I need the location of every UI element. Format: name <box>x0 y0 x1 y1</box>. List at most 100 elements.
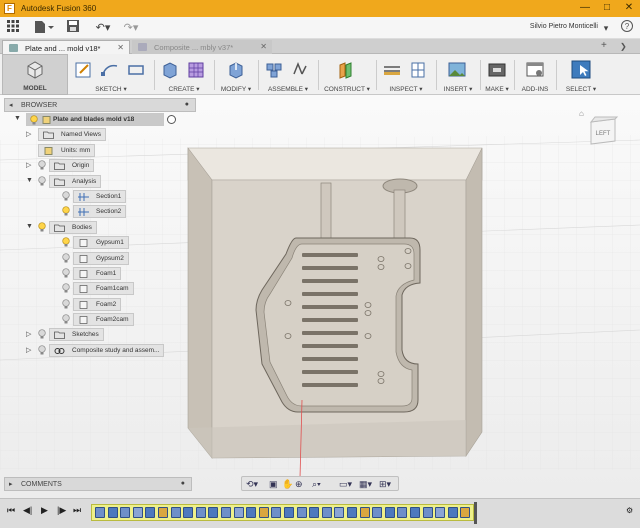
viewcube[interactable]: LEFT <box>587 113 621 147</box>
tree-item-bodies[interactable]: ▼ Bodies <box>4 220 196 235</box>
tree-item-section1[interactable]: Section1 <box>4 189 196 204</box>
tree-item-section2[interactable]: Section2 <box>4 204 196 219</box>
timeline-feature[interactable] <box>372 507 383 518</box>
insert-group[interactable]: INSERT ▾ <box>438 54 478 95</box>
tree-item-foam1[interactable]: Foam1 <box>4 266 196 281</box>
help-icon[interactable]: ? <box>620 20 634 36</box>
comments-panel-header[interactable]: ▸ COMMENTS ● <box>4 477 192 491</box>
activate-component-icon[interactable] <box>167 115 176 124</box>
lightbulb-icon[interactable] <box>38 222 46 232</box>
lightbulb-icon[interactable] <box>62 191 70 201</box>
tree-item-analysis[interactable]: ▼ Analysis <box>4 174 196 189</box>
add-ins-group[interactable]: ADD-INS <box>516 54 554 95</box>
step-forward-icon[interactable]: |▶ <box>57 505 66 516</box>
expand-arrow-icon[interactable]: ▷ <box>26 346 31 354</box>
play-icon[interactable]: ▶ <box>41 505 48 516</box>
look-at-icon[interactable]: ▣ <box>269 478 278 490</box>
timeline-feature[interactable] <box>447 507 458 518</box>
timeline-feature[interactable] <box>296 507 307 518</box>
app-grid-icon[interactable] <box>6 20 20 36</box>
collapse-arrow-icon[interactable]: ▼ <box>14 115 21 122</box>
viewports-icon[interactable]: ⊞▾ <box>379 478 391 490</box>
go-to-start-icon[interactable]: ⏮ <box>7 505 15 516</box>
collapse-arrow-icon[interactable]: ▼ <box>26 223 33 230</box>
lightbulb-icon[interactable] <box>62 206 70 216</box>
browser-options-icon[interactable]: ● <box>185 101 189 108</box>
tab-composite-assembly[interactable]: Composite ... mbly v37* ✕ <box>132 40 272 54</box>
construct-group[interactable]: CONSTRUCT ▾ <box>320 54 374 95</box>
user-account-menu[interactable]: Silvio Pietro Monticelli <box>530 23 598 30</box>
grid-settings-icon[interactable]: ▦▾ <box>359 478 372 490</box>
lightbulb-icon[interactable] <box>62 314 70 324</box>
timeline-feature[interactable] <box>410 507 420 518</box>
inspect-group[interactable]: INSPECT ▾ <box>378 54 434 95</box>
timeline-feature[interactable] <box>284 507 294 518</box>
user-menu-chevron-icon[interactable]: ▾ <box>600 20 612 36</box>
timeline-feature[interactable] <box>95 507 105 518</box>
timeline-feature[interactable] <box>258 507 269 518</box>
go-to-end-icon[interactable]: ⏭ <box>73 505 81 516</box>
lightbulb-icon[interactable] <box>62 237 70 247</box>
timeline-feature[interactable] <box>384 507 395 518</box>
tree-item-gypsum1[interactable]: Gypsum1 <box>4 235 196 250</box>
timeline-feature[interactable] <box>435 507 446 518</box>
minimize-button[interactable]: — <box>574 1 596 15</box>
timeline-settings-icon[interactable]: ⚙ <box>626 506 633 515</box>
orbit-icon[interactable]: ⟲▾ <box>246 478 258 490</box>
display-settings-icon[interactable]: ▭▾ <box>339 478 352 490</box>
home-view-icon[interactable]: ⌂ <box>579 109 584 118</box>
timeline-feature[interactable] <box>460 507 471 518</box>
timeline-feature[interactable] <box>183 507 194 518</box>
lightbulb-icon[interactable] <box>62 299 70 309</box>
maximize-button[interactable]: □ <box>596 1 618 15</box>
close-button[interactable]: ✕ <box>618 1 640 15</box>
lightbulb-icon[interactable] <box>38 160 46 170</box>
close-tab-icon[interactable]: ✕ <box>117 43 124 52</box>
zoom-icon[interactable]: ⊕ <box>295 478 303 490</box>
timeline-feature[interactable] <box>233 507 244 518</box>
timeline-feature[interactable] <box>321 507 332 518</box>
timeline-feature[interactable] <box>107 507 118 518</box>
browser-header[interactable]: ◂ BROWSER ● <box>4 98 196 112</box>
lightbulb-icon[interactable] <box>38 175 46 186</box>
undo-icon[interactable]: ↶▾ <box>92 20 114 36</box>
timeline-feature[interactable] <box>120 507 131 518</box>
tree-item-foam2cam[interactable]: Foam2cam <box>4 312 196 327</box>
tree-item-origin[interactable]: ▷ Origin <box>4 158 196 173</box>
tree-root-component[interactable]: ▼ Plate and blades mold v18 <box>4 112 196 127</box>
expand-arrow-icon[interactable]: ▷ <box>26 130 31 138</box>
timeline-feature[interactable] <box>359 507 370 518</box>
tree-item-named-views[interactable]: ▷ Named Views <box>4 127 196 142</box>
timeline-feature[interactable] <box>309 507 320 518</box>
tab-overflow-icon[interactable]: ❯ <box>620 42 627 51</box>
timeline-feature[interactable] <box>132 507 143 518</box>
save-icon[interactable] <box>66 20 80 36</box>
tab-plate-and-blades-mold[interactable]: Plate and ... mold v18* ✕ <box>2 40 130 54</box>
timeline-track[interactable] <box>91 502 481 524</box>
redo-icon[interactable]: ↷▾ <box>120 20 142 36</box>
timeline-feature[interactable] <box>221 507 231 518</box>
lightbulb-icon[interactable] <box>62 252 70 263</box>
add-comment-icon[interactable]: ● <box>181 480 185 487</box>
timeline-feature[interactable] <box>195 507 206 518</box>
collapse-arrow-icon[interactable]: ◂ <box>9 101 13 109</box>
timeline-feature[interactable] <box>347 507 357 518</box>
workspace-switcher[interactable]: MODEL <box>2 54 68 95</box>
file-menu-icon[interactable] <box>33 20 55 36</box>
lightbulb-icon[interactable] <box>30 115 41 125</box>
assemble-group[interactable]: ASSEMBLE ▾ <box>260 54 316 95</box>
select-group[interactable]: SELECT ▾ <box>558 54 604 95</box>
tree-item-foam1cam[interactable]: Foam1cam <box>4 281 196 296</box>
tree-item-sketches[interactable]: ▷ Sketches <box>4 327 196 342</box>
tree-item-foam2[interactable]: Foam2 <box>4 297 196 312</box>
expand-arrow-icon[interactable]: ▷ <box>26 161 31 169</box>
timeline-marker[interactable] <box>474 502 477 524</box>
tree-item-gypsum2[interactable]: Gypsum2 <box>4 251 196 266</box>
close-tab-icon[interactable]: ✕ <box>260 42 267 51</box>
collapse-arrow-icon[interactable]: ▼ <box>26 177 33 184</box>
timeline-feature[interactable] <box>158 507 168 518</box>
lightbulb-icon[interactable] <box>38 345 46 355</box>
tree-item-units-mm[interactable]: Units: mm <box>4 143 196 158</box>
lightbulb-icon[interactable] <box>62 268 70 278</box>
new-tab-icon[interactable]: + <box>601 40 607 51</box>
